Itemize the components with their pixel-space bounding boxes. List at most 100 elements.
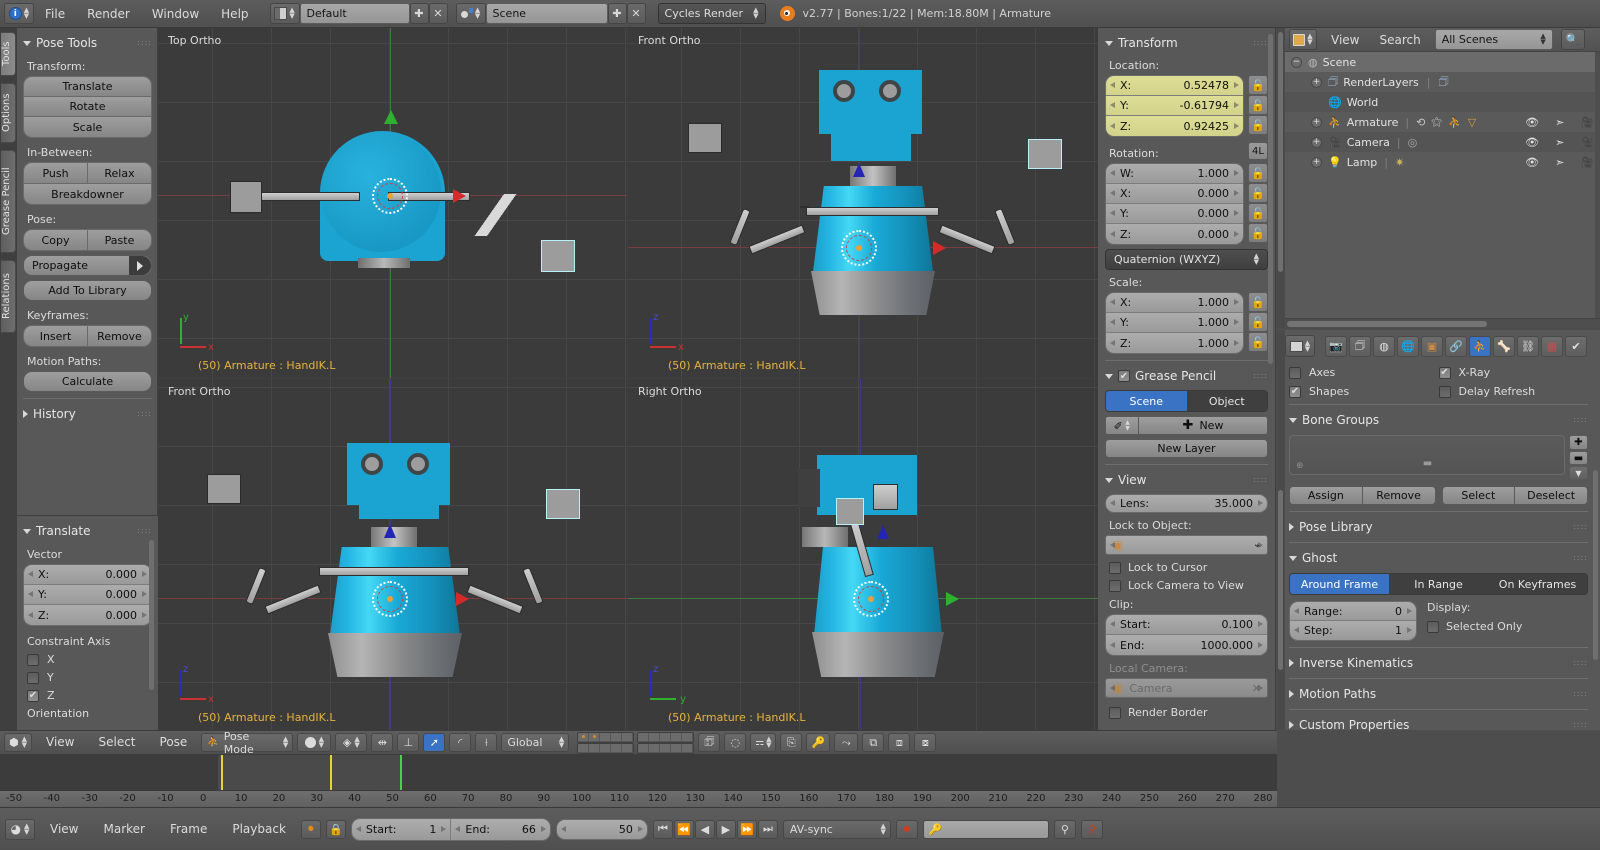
location-z-field[interactable]: Z: 0.92425 xyxy=(1106,116,1243,136)
remove-keyframe-button[interactable]: Remove xyxy=(88,326,151,346)
properties-scrollbar[interactable] xyxy=(1268,34,1273,364)
pose-library-panel-header[interactable]: Pose Library :::: xyxy=(1289,518,1588,536)
gp-browse-icon[interactable]: ✏ ▲ ▼ xyxy=(1105,416,1139,435)
menu-help[interactable]: Help xyxy=(210,0,259,28)
expand-expander-icon[interactable]: + xyxy=(1311,116,1322,128)
copy-pose-button[interactable]: Copy xyxy=(24,230,88,250)
outliner-row-lamp[interactable]: + 💡 Lamp | ✷ 👁 ➣ 🎥 xyxy=(1285,152,1600,172)
local-camera-field[interactable]: ▣ Camera ✕ xyxy=(1105,678,1268,698)
menu-file[interactable]: File xyxy=(34,0,76,28)
remove-keying-set-icon[interactable]: ⚲ xyxy=(1080,819,1103,839)
lock-camera-checkbox[interactable] xyxy=(1109,579,1121,592)
lock-rotation-y-icon[interactable]: 🔓 xyxy=(1248,203,1268,223)
gp-new-button[interactable]: ✚ New xyxy=(1139,416,1268,435)
start-frame-field[interactable]: Start: 1 xyxy=(351,818,452,840)
editor-type-selector-timeline[interactable]: ◕ ▲ ▼ xyxy=(5,818,35,840)
layer-cell[interactable] xyxy=(682,743,694,753)
layer-cell[interactable] xyxy=(671,743,683,753)
tab-options[interactable]: Options xyxy=(1,83,16,143)
viewport-front-ortho-top[interactable]: z x Front Ortho (50) Armature : HandIK.L xyxy=(628,28,1098,378)
pivot-point-dropdown[interactable]: ◈ ▲ ▼ xyxy=(335,733,368,752)
outliner-scope-dropdown[interactable]: All Scenes ▲ ▼ xyxy=(1434,29,1553,50)
layer-cell[interactable] xyxy=(671,732,683,742)
outliner-row-armature[interactable]: + ⛹ Armature | ⟲ ⚝ ⛹ ▽ 👁 ➣ 🎥 xyxy=(1285,112,1600,132)
editor-type-selector-outliner[interactable]: ▲ ▼ xyxy=(1289,29,1317,50)
lock-scale-z-icon[interactable]: 🔓 xyxy=(1248,332,1268,352)
previous-keyframe-icon[interactable]: ⏪ xyxy=(673,819,694,839)
layer-cell[interactable] xyxy=(622,732,634,742)
play-icon[interactable]: ▶ xyxy=(715,819,736,839)
scene-layers-widget[interactable] xyxy=(577,731,695,754)
selected-only-row[interactable]: Selected Only xyxy=(1427,620,1522,633)
clear-icon[interactable]: ✕ xyxy=(1252,682,1261,695)
properties-scrollbar[interactable] xyxy=(1593,470,1598,660)
end-frame-field[interactable]: End: 66 xyxy=(451,818,550,840)
selectable-cursor-icon[interactable]: ➣ xyxy=(1555,156,1564,169)
tab-texture-icon[interactable]: ▦ xyxy=(1541,335,1563,357)
layer-cell[interactable] xyxy=(611,732,623,742)
keying-set-field[interactable]: 🔑 xyxy=(922,819,1049,839)
manipulator-toggle-icon[interactable]: ⊥ xyxy=(397,733,420,752)
scale-button[interactable]: Scale xyxy=(24,117,151,137)
render-border-checkbox[interactable] xyxy=(1109,706,1121,719)
tab-bone-icon[interactable]: 🦴 xyxy=(1493,335,1515,357)
assign-button[interactable]: Assign xyxy=(1289,486,1362,505)
axes-checkbox[interactable] xyxy=(1289,366,1301,379)
tab-grease-pencil[interactable]: Grease Pencil xyxy=(1,150,16,253)
renderable-camera-icon[interactable]: 🎥 xyxy=(1580,116,1594,129)
timeline-menu-frame[interactable]: Frame xyxy=(160,808,217,850)
layer-cell[interactable] xyxy=(600,743,612,753)
pose-copy-icon[interactable]: ⎘ xyxy=(780,733,803,752)
viewport-right-ortho[interactable]: z y Right Ortho (50) Armature : HandIK.L xyxy=(628,379,1098,730)
collapse-expander-icon[interactable]: − xyxy=(1291,56,1302,68)
delay-refresh-checkbox[interactable] xyxy=(1438,385,1451,398)
rotation-x-field[interactable]: X: 0.000 xyxy=(1106,184,1243,204)
rotation-y-field[interactable]: Y: 0.000 xyxy=(1106,204,1243,224)
editor-type-selector-properties[interactable]: ▲ ▼ xyxy=(1285,335,1315,357)
add-to-library-button[interactable]: Add To Library xyxy=(23,280,152,301)
layer-cell[interactable] xyxy=(578,743,590,753)
layer-cell[interactable] xyxy=(578,732,590,742)
scene-name[interactable]: Scene xyxy=(485,3,608,24)
outliner-row-scene[interactable]: − ◍ Scene xyxy=(1285,52,1600,72)
tab-render-layers-icon[interactable]: 🗇 xyxy=(1349,335,1371,357)
timeline-editor[interactable]: -50 -40 -30 -20 -10 0 10 20 30 40 50 60 70 80 90 100 110… xyxy=(0,755,1277,807)
outliner-menu-search[interactable]: Search xyxy=(1373,28,1426,52)
layer-cell[interactable] xyxy=(589,732,601,742)
constraint-axis-x-row[interactable]: X xyxy=(27,653,152,666)
tab-object-icon[interactable]: ▣ xyxy=(1421,335,1443,357)
select-button[interactable]: Select xyxy=(1441,486,1515,505)
tab-constraints-icon[interactable]: 🔗 xyxy=(1445,335,1467,357)
expand-expander-icon[interactable]: + xyxy=(1311,156,1322,168)
shapes-checkbox[interactable]: ✔ xyxy=(1289,385,1301,398)
layer-cell[interactable] xyxy=(649,732,661,742)
tab-relations[interactable]: Relations xyxy=(1,260,16,333)
pose-tools-panel-header[interactable]: Pose Tools :::: xyxy=(23,34,152,52)
selectable-cursor-icon[interactable]: ➣ xyxy=(1555,116,1564,129)
timeline-playhead[interactable] xyxy=(400,755,402,790)
add-keying-set-icon[interactable]: ⚲ xyxy=(1053,819,1076,839)
location-y-field[interactable]: Y: -0.61794 xyxy=(1106,96,1243,116)
current-frame-field[interactable]: 50 xyxy=(555,818,648,840)
xray-checkbox[interactable]: ✔ xyxy=(1438,366,1451,379)
view3d-menu-select[interactable]: Select xyxy=(88,730,145,755)
ghost-in-range-toggle[interactable]: In Range xyxy=(1389,574,1488,594)
vector-x-field[interactable]: X: 0.000 xyxy=(24,565,151,585)
outliner-row-renderlayers[interactable]: + 🗇 RenderLayers | 🗇 xyxy=(1285,72,1600,92)
snap-during-transform-icon[interactable]: ⇹ xyxy=(371,733,394,752)
modifier-icon[interactable]: ⟲ xyxy=(1416,116,1425,129)
vector-y-field[interactable]: Y: 0.000 xyxy=(24,585,151,605)
cone-icon[interactable]: ▽ xyxy=(1468,116,1476,129)
translate-manipulator-icon[interactable]: ➚ xyxy=(423,733,446,752)
search-icon[interactable]: 🔍 xyxy=(1560,29,1585,50)
lock-to-scene-icon[interactable]: 🗊 xyxy=(698,733,721,752)
tab-bone-constraint-icon[interactable]: ⛓ xyxy=(1517,335,1539,357)
ghost-on-keyframes-toggle[interactable]: On Keyframes xyxy=(1488,574,1587,594)
rotation-w-field[interactable]: W: 1.000 xyxy=(1106,164,1243,184)
selectable-cursor-icon[interactable]: ➣ xyxy=(1555,136,1564,149)
layer-cell[interactable] xyxy=(660,732,672,742)
transform-panel-header[interactable]: Transform :::: xyxy=(1105,34,1268,52)
add-scene-button[interactable]: ✚ xyxy=(607,3,627,24)
scale-z-field[interactable]: Z: 1.000 xyxy=(1106,333,1243,353)
propagate-button[interactable]: Propagate xyxy=(23,255,152,276)
